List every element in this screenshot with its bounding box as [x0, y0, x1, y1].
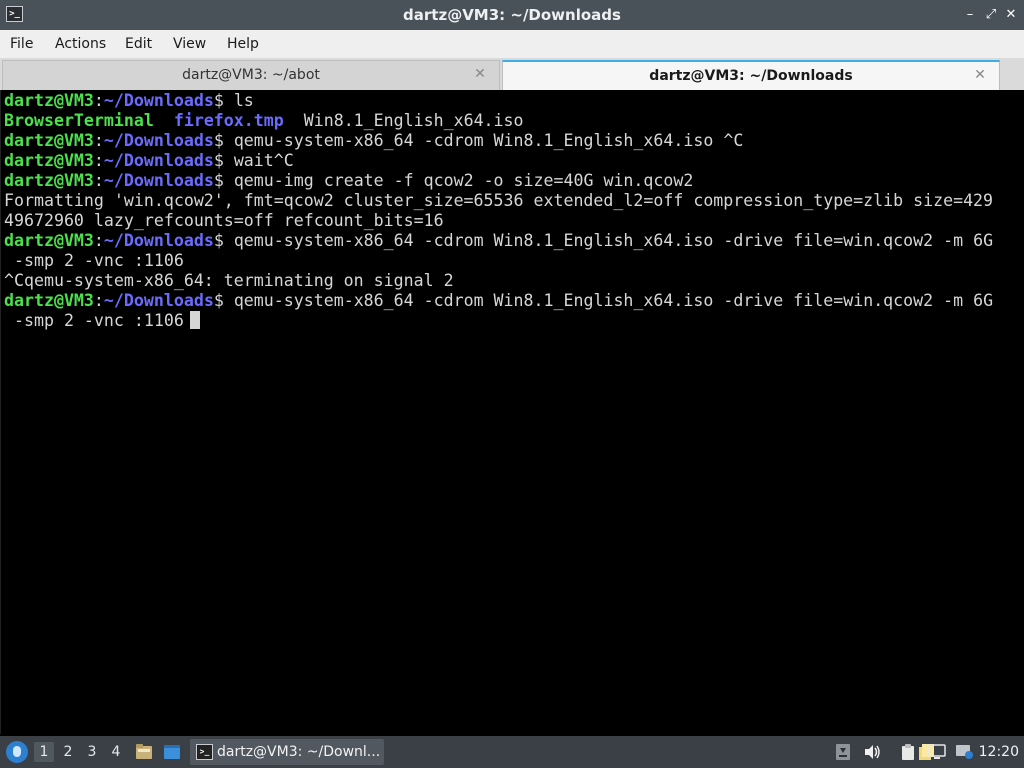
start-menu-icon[interactable] [6, 741, 28, 763]
terminal-line: Formatting 'win.qcow2', fmt=qcow2 cluste… [4, 191, 993, 210]
terminal-line: dartz@VM3:~/Downloads$ qemu-img create -… [4, 171, 693, 190]
prompt-user: dartz@VM3 [4, 231, 94, 250]
terminal-line: ^Cqemu-system-x86_64: terminating on sig… [4, 271, 454, 290]
menu-edit[interactable]: Edit [125, 30, 152, 58]
prompt-separator: : [93, 91, 104, 110]
current-input: -smp 2 -vnc :1106 [4, 311, 184, 330]
prompt-user: dartz@VM3 [4, 131, 94, 150]
prompt-dollar: $ [213, 151, 234, 170]
terminal-line: -smp 2 -vnc :1106 [4, 311, 200, 330]
network-icon[interactable] [928, 743, 946, 761]
tab-close-icon[interactable]: ✕ [473, 67, 487, 81]
tab-close-icon[interactable]: ✕ [973, 68, 987, 82]
menu-file[interactable]: File [10, 30, 33, 58]
prompt-path: ~/Downloads [103, 231, 214, 250]
terminal-line: dartz@VM3:~/Downloads$ ls [4, 91, 254, 110]
prompt-path: ~/Downloads [103, 131, 214, 150]
command-text: qemu-system-x86_64 -cdrom Win8.1_English… [233, 231, 994, 250]
tab-label: dartz@VM3: ~/abot [182, 67, 320, 83]
prompt-separator: : [93, 291, 104, 310]
terminal-output[interactable]: dartz@VM3:~/Downloads$ ls BrowserTermina… [0, 90, 1023, 734]
terminal-line: dartz@VM3:~/Downloads$ wait^C [4, 151, 294, 170]
prompt-path: ~/Downloads [103, 91, 214, 110]
prompt-user: dartz@VM3 [4, 91, 94, 110]
prompt-separator: : [93, 151, 104, 170]
menu-help[interactable]: Help [227, 30, 259, 58]
menu-actions[interactable]: Actions [55, 30, 106, 58]
tab-downloads[interactable]: dartz@VM3: ~/Downloads ✕ [502, 60, 1000, 90]
workspace-3[interactable]: 3 [82, 742, 102, 762]
ls-gap [154, 111, 174, 130]
terminal-line: -smp 2 -vnc :1106 [4, 251, 184, 270]
prompt-user: dartz@VM3 [4, 291, 94, 310]
show-desktop-icon[interactable] [163, 743, 181, 761]
prompt-path: ~/Downloads [103, 291, 214, 310]
terminal-line: BrowserTerminal firefox.tmp Win8.1_Engli… [4, 111, 524, 130]
command-text: wait^C [233, 151, 294, 170]
menu-bar: File Actions Edit View Help [0, 30, 1024, 59]
terminal-task-icon: >_ [196, 744, 213, 760]
output-text: 49672960 lazy_refcounts=off refcount_bit… [4, 211, 444, 230]
prompt-user: dartz@VM3 [4, 171, 94, 190]
taskbar-task-label: dartz@VM3: ~/Downl... [217, 744, 381, 760]
minimize-icon[interactable]: – [962, 7, 978, 23]
command-text: qemu-system-x86_64 -cdrom Win8.1_English… [233, 291, 994, 310]
prompt-separator: : [93, 231, 104, 250]
terminal-cursor [189, 311, 200, 329]
tab-label: dartz@VM3: ~/Downloads [649, 68, 853, 84]
output-text: -smp 2 -vnc :1106 [4, 251, 184, 270]
taskbar-clock[interactable]: 12:20 [979, 736, 1019, 768]
ls-entry-executable: BrowserTerminal [4, 111, 154, 130]
taskbar: 1 2 3 4 >_ dartz@VM3: ~/Downl... 12:20 [0, 736, 1024, 768]
volume-icon[interactable] [863, 743, 881, 761]
ls-entry-file: Win8.1_English_x64.iso [283, 111, 524, 130]
prompt-separator: : [93, 131, 104, 150]
window-titlebar: >_ dartz@VM3: ~/Downloads – ⤢ ✕ [0, 0, 1024, 30]
workspace-4[interactable]: 4 [106, 742, 126, 762]
terminal-text: dartz@VM3:~/Downloads$ ls BrowserTermina… [1, 90, 1023, 331]
clipboard-icon[interactable] [899, 743, 917, 761]
tray-app-icon[interactable] [834, 743, 852, 761]
tab-bar: dartz@VM3: ~/abot ✕ dartz@VM3: ~/Downloa… [0, 58, 1024, 90]
terminal-line: dartz@VM3:~/Downloads$ qemu-system-x86_6… [4, 291, 993, 310]
prompt-user: dartz@VM3 [4, 151, 94, 170]
taskbar-terminal-task[interactable]: >_ dartz@VM3: ~/Downl... [190, 739, 384, 765]
update-notifier-icon[interactable] [955, 743, 973, 761]
terminal-line: dartz@VM3:~/Downloads$ qemu-system-x86_6… [4, 231, 993, 250]
prompt-dollar: $ [213, 231, 234, 250]
prompt-dollar: $ [213, 291, 234, 310]
window-title: dartz@VM3: ~/Downloads [403, 6, 621, 24]
prompt-dollar: $ [213, 131, 234, 150]
file-manager-icon[interactable] [135, 743, 153, 761]
workspace-1[interactable]: 1 [34, 742, 54, 762]
command-text: qemu-system-x86_64 -cdrom Win8.1_English… [233, 131, 744, 150]
output-text: ^Cqemu-system-x86_64: terminating on sig… [4, 271, 454, 290]
prompt-dollar: $ [213, 91, 234, 110]
prompt-dollar: $ [213, 171, 234, 190]
terminal-line: dartz@VM3:~/Downloads$ qemu-system-x86_6… [4, 131, 743, 150]
ls-entry-tmp: firefox.tmp [173, 111, 284, 130]
prompt-path: ~/Downloads [103, 151, 214, 170]
prompt-path: ~/Downloads [103, 171, 214, 190]
tab-abot[interactable]: dartz@VM3: ~/abot ✕ [2, 60, 500, 90]
terminal-line: 49672960 lazy_refcounts=off refcount_bit… [4, 211, 444, 230]
command-text: ls [233, 91, 254, 110]
maximize-icon[interactable]: ⤢ [983, 7, 999, 23]
prompt-separator: : [93, 171, 104, 190]
output-text: Formatting 'win.qcow2', fmt=qcow2 cluste… [4, 191, 994, 210]
workspace-2[interactable]: 2 [58, 742, 78, 762]
close-icon[interactable]: ✕ [1003, 7, 1019, 23]
command-text: qemu-img create -f qcow2 -o size=40G win… [233, 171, 694, 190]
menu-view[interactable]: View [173, 30, 206, 58]
